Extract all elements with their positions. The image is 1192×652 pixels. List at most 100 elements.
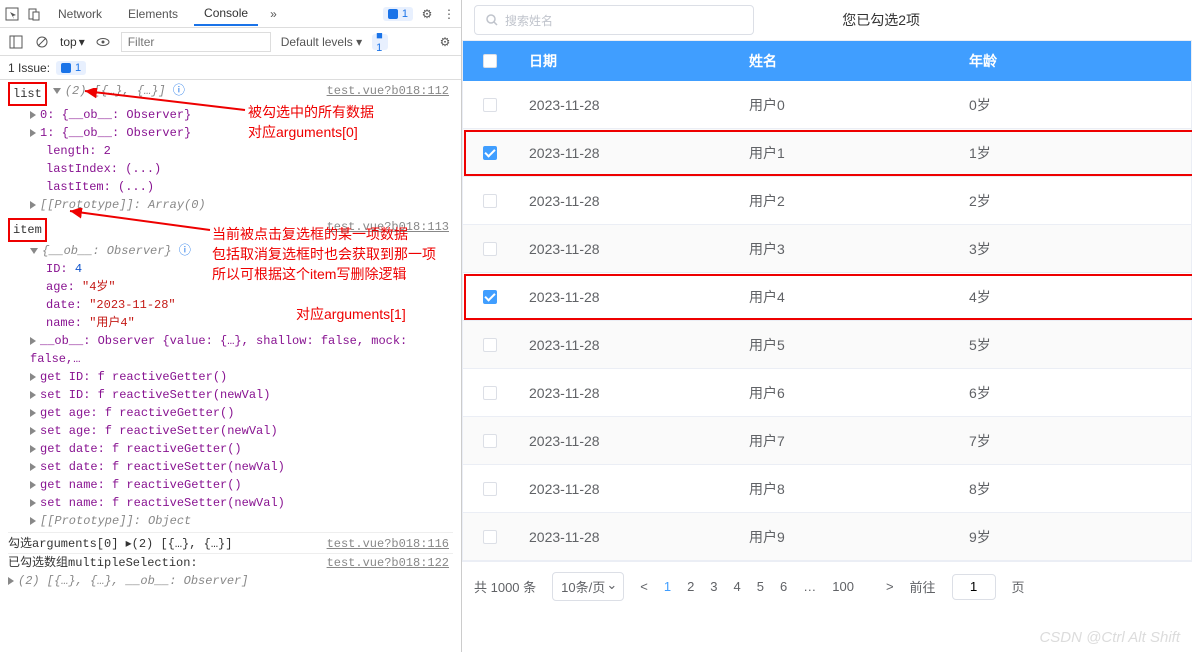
log-label-item: item [8,218,47,242]
table-row: 2023-11-28用户66岁 [463,369,1191,417]
cell-date: 2023-11-28 [517,529,737,545]
devtools-panel: Network Elements Console » 1 ⚙ ⋮ top ▾ D… [0,0,462,652]
cell-age: 4岁 [957,287,1191,307]
cell-name: 用户1 [737,143,957,163]
log-source-link[interactable]: test.vue?b018:122 [327,554,449,572]
cell-date: 2023-11-28 [517,481,737,497]
row-checkbox[interactable] [483,482,497,496]
watermark: CSDN @Ctrl Alt Shift [1039,629,1180,646]
issues-count[interactable]: ■ 1 [372,34,388,50]
context-selector[interactable]: top ▾ [60,35,85,49]
eye-icon[interactable] [95,34,111,50]
page-number[interactable]: 6 [780,579,787,594]
row-checkbox[interactable] [483,386,497,400]
page-number[interactable]: 3 [710,579,717,594]
gear-icon[interactable]: ⚙ [437,34,453,50]
page-number[interactable]: 100 [832,579,854,594]
table-row: 2023-11-28用户55岁 [463,321,1191,369]
cell-name: 用户0 [737,95,957,115]
cell-date: 2023-11-28 [517,97,737,113]
pagesize-select[interactable]: 10条/页 ⌄ [552,572,624,601]
levels-dropdown[interactable]: Default levels ▾ [281,35,362,49]
table-header: 日期 姓名 年龄 [463,41,1191,81]
row-checkbox[interactable] [483,194,497,208]
search-icon [485,13,499,27]
col-name: 姓名 [737,51,957,71]
cell-age: 6岁 [957,383,1191,403]
prev-page-icon[interactable]: < [640,579,648,594]
chevron-down-icon: ⌄ [606,577,617,593]
pagination: 共 1000 条 10条/页 ⌄ < 1 2 3 4 5 6 … 100 > 前往 页 [462,562,1192,611]
table-row: 2023-11-28用户44岁 [463,273,1191,321]
sidebar-toggle-icon[interactable] [8,34,24,50]
col-age: 年龄 [957,51,1191,71]
page-number[interactable]: 5 [757,579,764,594]
inspect-icon[interactable] [4,6,20,22]
cell-name: 用户6 [737,383,957,403]
cell-age: 0岁 [957,95,1191,115]
console-toolbar: top ▾ Default levels ▾ ■ 1 ⚙ [0,28,461,56]
table-row: 2023-11-28用户33岁 [463,225,1191,273]
page-number[interactable]: 4 [734,579,741,594]
cell-name: 用户3 [737,239,957,259]
log-source-link[interactable]: test.vue?b018:116 [327,535,449,553]
cell-name: 用户2 [737,191,957,211]
cell-age: 3岁 [957,239,1191,259]
app-panel: 搜索姓名 您已勾选2项 日期 姓名 年龄 2023-11-28用户00岁2023… [462,0,1192,652]
table-row: 2023-11-28用户22岁 [463,177,1191,225]
cell-age: 2岁 [957,191,1191,211]
row-checkbox[interactable] [483,434,497,448]
row-checkbox[interactable] [483,290,497,304]
total-count: 共 1000 条 [474,577,536,596]
goto-input[interactable] [952,574,996,600]
row-checkbox[interactable] [483,338,497,352]
alert-badge[interactable]: 1 [383,7,413,21]
settings-icon[interactable]: ⚙ [419,6,435,22]
page-number[interactable]: 2 [687,579,694,594]
page-number: … [803,579,816,594]
table-row: 2023-11-28用户88岁 [463,465,1191,513]
row-checkbox[interactable] [483,530,497,544]
goto-label: 前往 [910,577,936,596]
next-page-icon[interactable]: > [886,579,894,594]
tabs-more[interactable]: » [264,3,283,25]
search-input[interactable]: 搜索姓名 [474,5,754,35]
cell-age: 1岁 [957,143,1191,163]
row-checkbox[interactable] [483,98,497,112]
table-row: 2023-11-28用户11岁 [463,129,1191,177]
cell-age: 8岁 [957,479,1191,499]
row-checkbox[interactable] [483,242,497,256]
issues-label: 1 Issue: [8,61,50,75]
menu-icon[interactable]: ⋮ [441,6,457,22]
clear-icon[interactable] [34,34,50,50]
cell-date: 2023-11-28 [517,433,737,449]
devtools-tabs: Network Elements Console » 1 ⚙ ⋮ [0,0,461,28]
tab-network[interactable]: Network [48,3,112,25]
tab-elements[interactable]: Elements [118,3,188,25]
issues-bar[interactable]: 1 Issue: 1 [0,56,461,80]
cell-date: 2023-11-28 [517,241,737,257]
device-icon[interactable] [26,6,42,22]
log-source-link[interactable]: test.vue?b018:112 [327,82,449,100]
cell-name: 用户5 [737,335,957,355]
cell-name: 用户4 [737,287,957,307]
cell-name: 用户9 [737,527,957,547]
goto-suffix: 页 [1012,577,1025,596]
cell-date: 2023-11-28 [517,193,737,209]
table-row: 2023-11-28用户77岁 [463,417,1191,465]
data-table: 日期 姓名 年龄 2023-11-28用户00岁2023-11-28用户11岁2… [462,40,1192,562]
cell-age: 7岁 [957,431,1191,451]
cell-age: 9岁 [957,527,1191,547]
selection-count: 您已勾选2项 [842,10,920,30]
tab-console[interactable]: Console [194,2,258,26]
table-row: 2023-11-28用户00岁 [463,81,1191,129]
select-all-checkbox[interactable] [483,54,497,68]
log-label-list: list [8,82,47,106]
row-checkbox[interactable] [483,146,497,160]
cell-age: 5岁 [957,335,1191,355]
filter-input[interactable] [121,32,271,52]
col-date: 日期 [517,51,737,71]
log-source-link[interactable]: test.vue?b018:113 [327,218,449,236]
cell-name: 用户8 [737,479,957,499]
page-number[interactable]: 1 [664,579,671,594]
